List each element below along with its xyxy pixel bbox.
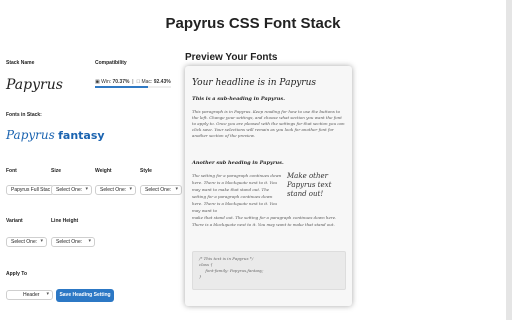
font-select[interactable]: Papyrus Full Stac [6, 185, 54, 195]
save-heading-setting-button[interactable]: Save Heading Setting [56, 289, 114, 302]
preview-subheading-2: Another sub heading in Papyrus. [192, 160, 284, 166]
win-prefix: Win: [101, 79, 112, 85]
page-scrollbar[interactable] [506, 0, 512, 320]
page-title: Papyrus CSS Font Stack [165, 15, 341, 32]
line-height-label: Line Height [51, 218, 79, 224]
line-height-select[interactable]: Select One: ▾ [51, 237, 95, 247]
windows-icon: ▣ [95, 79, 100, 85]
weight-select[interactable]: Select One: ▾ [95, 185, 136, 195]
mac-percent: 92.43% [148, 79, 171, 85]
style-select-value: Select One: [145, 187, 172, 193]
compatibility-bar-win-fill [95, 86, 149, 88]
variant-label: Variant [6, 218, 23, 224]
fonts-in-stack-label: Fonts in Stack: [6, 112, 42, 118]
size-select[interactable]: Select One: ▾ [51, 185, 92, 195]
apply-to-select-value: Header [23, 292, 40, 298]
style-select[interactable]: Select One: ▾ [140, 185, 182, 195]
fonts-in-stack-value: Papyrus fantasy [6, 128, 105, 142]
apply-to-label: Apply To [6, 271, 28, 277]
size-select-value: Select One: [56, 187, 83, 193]
mac-prefix: Mac: [136, 79, 152, 85]
preview-subheading-1: This is a sub-heading in Papyrus. [192, 96, 285, 102]
code-line: } [199, 274, 202, 279]
style-label: Style [140, 168, 152, 174]
compatibility-bar [95, 86, 171, 88]
apple-icon:  [136, 79, 140, 85]
preview-blockquote: Make other Papyrus text stand out! [287, 172, 332, 198]
font-fantasy-sample: fantasy [58, 129, 105, 142]
compatibility-label: Compatibility [95, 60, 127, 66]
size-label: Size [51, 168, 62, 174]
font-papyrus-sample: Papyrus [6, 128, 55, 142]
chevron-down-icon: ▾ [46, 291, 49, 297]
font-select-value: Papyrus Full Stac [11, 187, 51, 193]
variant-select[interactable]: Select One: ▾ [6, 237, 47, 247]
chevron-down-icon: ▾ [85, 186, 88, 192]
weight-label: Weight [95, 168, 112, 174]
preview-paragraph-1: This paragraph is in Papyrus. Keep readi… [192, 109, 345, 138]
preview-title: Preview Your Fonts [185, 52, 278, 63]
compatibility-stats: ▣ Win: 70.37% |  Mac: 92.43% [95, 79, 171, 85]
stack-name-value: Papyrus [6, 77, 63, 93]
stack-name-label: Stack Name [6, 60, 35, 66]
preview-paragraph-3: make that stand out. The setting for a p… [192, 215, 337, 227]
chevron-down-icon: ▾ [175, 186, 178, 192]
preview-paragraph-2: The setting for a paragraph continues do… [192, 173, 282, 213]
preview-headline: Your headline is in Papyrus [192, 78, 317, 88]
variant-select-value: Select One: [11, 239, 38, 245]
apply-to-select[interactable]: Header ▾ [6, 290, 53, 300]
weight-select-value: Select One: [100, 187, 127, 193]
chevron-down-icon: ▾ [129, 186, 132, 192]
css-code-block: /* This text is in Papyrus */ class { fo… [192, 251, 346, 290]
chevron-down-icon: ▾ [40, 238, 43, 244]
line-height-select-value: Select One: [56, 239, 83, 245]
chevron-down-icon: ▾ [88, 238, 91, 244]
win-percent: 70.37% [112, 79, 130, 85]
font-label: Font [6, 168, 17, 174]
